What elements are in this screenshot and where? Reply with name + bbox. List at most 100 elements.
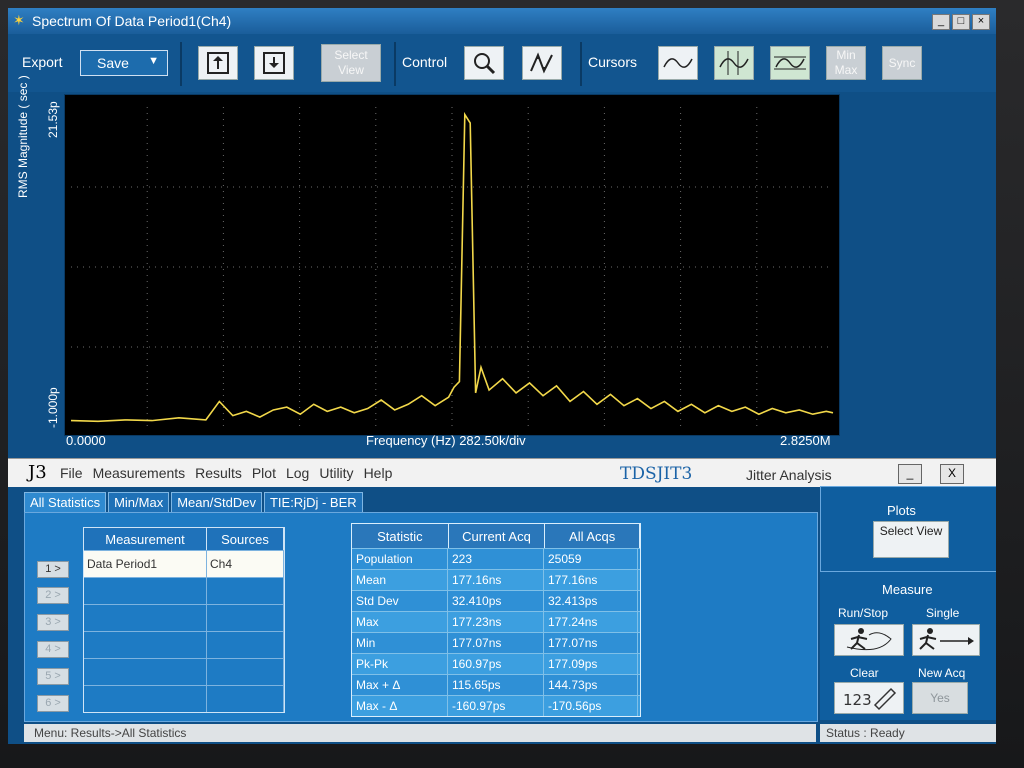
zoom-in-button[interactable] <box>254 46 294 80</box>
window-title: Spectrum Of Data Period1(Ch4) <box>32 13 232 29</box>
measurement-cell <box>84 632 207 658</box>
statistic-value-cell: 177.24ns <box>544 612 638 632</box>
run-stop-button[interactable] <box>834 624 904 656</box>
cursor-vertical-button[interactable] <box>714 46 754 80</box>
jitter-app-menubar: J3 File Measurements Results Plot Log Ut… <box>8 458 996 487</box>
statistic-value-cell: 223 <box>448 549 544 569</box>
sync-button[interactable]: Sync <box>882 46 922 80</box>
tab-tie-rjdj-ber[interactable]: TIE:RjDj - BER <box>263 492 363 513</box>
row-select-button[interactable]: 3 > <box>37 614 69 631</box>
control-sidebar: Plots Select View Measure Run/Stop Singl… <box>820 486 996 720</box>
source-cell: Ch4 <box>207 551 284 577</box>
window-titlebar: ✶ Spectrum Of Data Period1(Ch4) _ □ × <box>8 8 996 34</box>
menu-path: Menu: Results->All Statistics <box>34 726 187 740</box>
measurement-cell <box>84 659 207 685</box>
menu-measurements[interactable]: Measurements <box>93 465 186 481</box>
menu-utility[interactable]: Utility <box>319 465 353 481</box>
spectrum-series-line <box>70 111 834 423</box>
table-row: Population 223 25059 <box>352 548 640 569</box>
waveform-arrows-icon <box>530 52 553 74</box>
zoom-in-icon <box>263 52 285 74</box>
tab-min-max[interactable]: Min/Max <box>108 492 170 513</box>
x-axis-label: Frequency (Hz) 282.50k/div <box>366 433 526 448</box>
x-max-tick: 2.8250M <box>780 433 831 448</box>
statistic-value-cell: -160.97ps <box>448 696 544 716</box>
app-close-button[interactable]: X <box>940 464 964 484</box>
zoom-out-icon <box>207 52 229 74</box>
statistics-table-header: Statistic Current Acq All Acqs <box>352 524 641 548</box>
statistics-table: Statistic Current Acq All Acqs Populatio… <box>351 523 641 717</box>
table-row[interactable] <box>84 685 284 712</box>
statistic-value-cell: 177.23ns <box>448 612 544 632</box>
table-row[interactable]: Data Period1 Ch4 <box>84 550 284 577</box>
min-max-button[interactable]: Min Max <box>826 46 866 80</box>
clear-button[interactable]: 123 <box>834 682 904 714</box>
column-header: Statistic <box>352 524 449 548</box>
app-status-bar: Status : Ready <box>820 724 996 742</box>
plots-select-view-button[interactable]: Select View <box>873 521 949 558</box>
column-header: Current Acq <box>449 524 546 548</box>
chevron-down-icon: ▼ <box>148 55 159 67</box>
menu-plot[interactable]: Plot <box>252 465 276 481</box>
tab-all-statistics[interactable]: All Statistics <box>24 492 107 513</box>
measure-title: Measure <box>882 582 933 597</box>
cursor-horizontal-button[interactable] <box>770 46 810 80</box>
table-row: Max + Δ 115.65ps 144.73ps <box>352 674 640 695</box>
measurement-cell <box>84 686 207 712</box>
row-select-button[interactable]: 2 > <box>37 587 69 604</box>
results-tabs: All Statistics Min/Max Mean/StdDev TIE:R… <box>24 492 363 513</box>
statistic-name-cell: Max + Δ <box>352 675 448 695</box>
statistic-value-cell: 177.07ns <box>448 633 544 653</box>
close-button[interactable]: × <box>972 14 990 30</box>
row-select-button[interactable]: 5 > <box>37 668 69 685</box>
row-select-button[interactable]: 4 > <box>37 641 69 658</box>
running-man-arrow-icon <box>919 628 974 650</box>
new-acq-yes-button[interactable]: Yes <box>912 682 968 714</box>
table-row[interactable] <box>84 631 284 658</box>
brand-name: TDSJIT3 <box>620 464 693 484</box>
maximize-button[interactable]: □ <box>952 14 970 30</box>
single-button[interactable] <box>912 624 980 656</box>
statistic-value-cell: 160.97ps <box>448 654 544 674</box>
menu-log[interactable]: Log <box>286 465 309 481</box>
save-dropdown[interactable]: Save ▼ <box>80 50 168 76</box>
statistic-name-cell: Std Dev <box>352 591 448 611</box>
column-header: Measurement <box>84 528 207 550</box>
menu-file[interactable]: File <box>60 465 83 481</box>
status-text: Status : Ready <box>826 726 905 740</box>
pan-button[interactable] <box>522 46 562 80</box>
statistic-name-cell: Max <box>352 612 448 632</box>
column-header: Sources <box>207 528 284 550</box>
plots-group: Plots Select View <box>820 486 996 572</box>
control-label: Control <box>402 54 448 70</box>
run-stop-label: Run/Stop <box>838 606 889 620</box>
save-label: Save <box>97 55 129 71</box>
table-row[interactable] <box>84 658 284 685</box>
cursor-off-button[interactable] <box>658 46 698 80</box>
tab-mean-stddev[interactable]: Mean/StdDev <box>171 492 262 513</box>
spectrum-plot[interactable] <box>64 94 840 436</box>
app-minimize-button[interactable]: _ <box>898 464 922 484</box>
y-min-tick: -1.000p <box>46 387 60 428</box>
source-cell <box>207 659 284 685</box>
menu-help[interactable]: Help <box>364 465 393 481</box>
row-select-button[interactable]: 1 > <box>37 561 69 578</box>
statistic-value-cell: 177.16ns <box>448 570 544 590</box>
table-row[interactable] <box>84 577 284 604</box>
menu-bar: File Measurements Results Plot Log Utili… <box>60 465 392 481</box>
x-min-tick: 0.0000 <box>66 433 106 448</box>
menu-results[interactable]: Results <box>195 465 242 481</box>
zoom-out-button[interactable] <box>198 46 238 80</box>
select-view-button[interactable]: Select View <box>321 44 381 82</box>
horizontal-cursor-icon <box>774 56 806 70</box>
row-select-button[interactable]: 6 > <box>37 695 69 712</box>
statistic-value-cell: 25059 <box>544 549 638 569</box>
table-row[interactable] <box>84 604 284 631</box>
brand-subtitle: Jitter Analysis <box>746 467 832 483</box>
magnify-button[interactable] <box>464 46 504 80</box>
j3-logo: J3 <box>28 462 47 483</box>
cursors-label: Cursors <box>588 54 638 70</box>
export-label: Export <box>22 54 63 70</box>
minimize-button[interactable]: _ <box>932 14 950 30</box>
new-acq-label: New Acq <box>918 666 966 680</box>
